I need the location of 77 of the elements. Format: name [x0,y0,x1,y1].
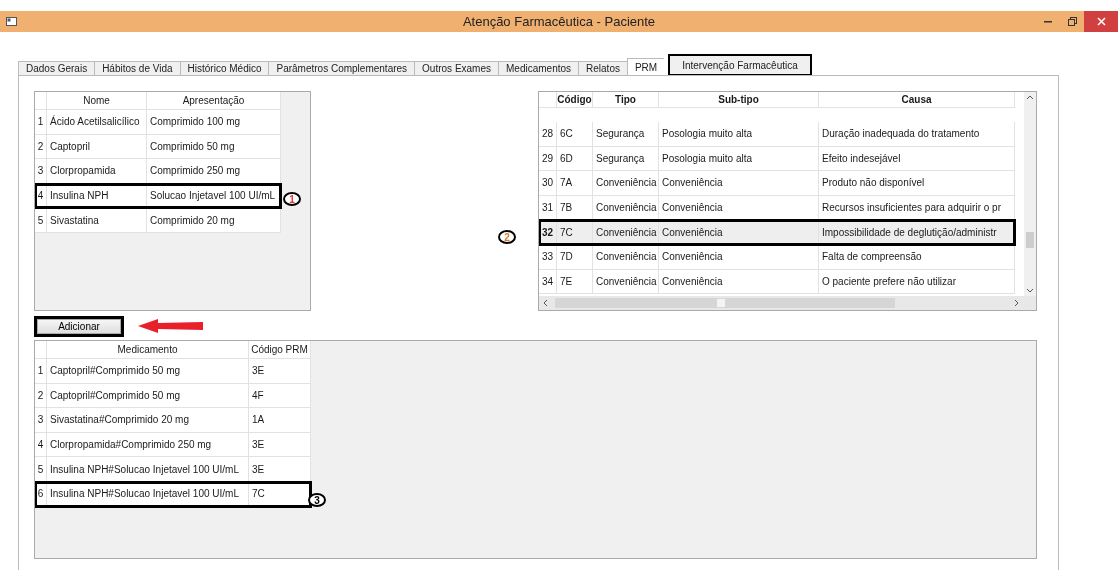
table-cell: Comprimido 100 mg [147,110,281,135]
table-cell: Segurança [593,122,659,147]
horizontal-scrollbar[interactable] [539,296,1036,310]
column-header[interactable]: Sub-tipo [659,92,819,108]
table-cell: Conveniência [659,244,819,270]
highlight-box[interactable]: 6 Insulina NPH#Solucao Injetavel 100 UI/mL 7C [35,481,311,507]
restore-icon [1067,17,1077,26]
table-cell: 7A [557,171,593,196]
vertical-scrollbar[interactable] [1024,92,1036,296]
row-number: 1 [35,110,47,135]
table-cell: Ácido Acetilsalicílico [47,110,147,135]
callout-number: 2 [498,230,516,244]
minimize-icon [1044,20,1052,23]
close-button[interactable] [1084,11,1118,32]
corner-cell [539,92,557,108]
table-cell: Conveniência [659,220,819,245]
table-row[interactable]: 1 Captopril#Comprimido 50 mg 3E [35,359,311,384]
table-cell: Insulina NPH [47,183,147,209]
table-cell: 6C [557,122,593,147]
table-cell: O paciente prefere não utilizar [819,269,1015,295]
table-cell: Sivastatina#Comprimido 20 mg [47,408,249,433]
table-row[interactable]: 3 Sivastatina#Comprimido 20 mg 1A [35,408,311,433]
table-row[interactable]: 30 7A Conveniência Conveniência Produto não disponível [539,171,1015,196]
table-cell: Conveniência [593,269,659,295]
table-cell: Solucao Injetavel 100 UI/mL [147,183,281,209]
table-cell: Posologia muito alta [659,122,819,147]
row-number: 1 [35,359,47,384]
table-row[interactable]: 2 Captopril Comprimido 50 mg [35,134,281,160]
highlight-box[interactable]: 4 Insulina NPH Solucao Injetavel 100 UI/mL [35,183,281,209]
column-header[interactable]: Código [557,92,593,108]
window-icon [6,17,17,26]
row-number: 34 [539,269,557,295]
column-header[interactable]: Causa [819,92,1015,108]
row-number: 3 [35,408,47,433]
table-row[interactable]: 5 Insulina NPH#Solucao Injetavel 100 UI/mL 3E [35,457,311,482]
highlight-box[interactable]: 32 7C Conveniência Conveniência Impossibilidade de deglutição/administr [539,220,1015,245]
table-cell: 7D [557,244,593,270]
table-cell: Conveniência [593,220,659,245]
table-cell: 7E [557,269,593,295]
table-row[interactable]: 28 6C Segurança Posologia muito alta Duração inadequada do tratamento [539,122,1015,147]
table-cell: Comprimido 20 mg [147,208,281,233]
table-cell: 7C [557,220,593,245]
table-cell: Conveniência [593,244,659,270]
table-row[interactable]: 1 Ácido Acetilsalicílico Comprimido 100 mg [35,110,281,135]
row-number: 6 [35,481,47,507]
table-row[interactable]: 2 Captopril#Comprimido 50 mg 4F [35,383,311,409]
table-cell: 1A [249,408,311,433]
tab[interactable]: Intervenção Farmacêutica [668,54,812,76]
close-icon [1096,17,1106,26]
table-row[interactable]: 3 Clorpropamida Comprimido 250 mg [35,159,281,184]
tab[interactable]: PRM [626,58,665,76]
table-row[interactable]: 29 6D Segurança Posologia muito alta Efeito indesejável [539,146,1015,172]
table-cell: Conveniência [593,171,659,196]
table-row[interactable]: 34 7E Conveniência Conveniência O paciente prefere não utilizar [539,269,1015,295]
row-number: 28 [539,122,557,147]
table-cell: Impossibilidade de deglutição/administr [819,220,1015,245]
column-header[interactable]: Tipo [593,92,659,108]
arrow-icon [138,319,204,333]
table-cell: Conveniência [659,269,819,295]
table-cell: 3E [249,359,311,384]
add-button[interactable]: Adicionar [37,319,121,334]
row-number: 32 [539,220,557,245]
table-row[interactable]: 5 Sivastatina Comprimido 20 mg [35,208,281,233]
row-number: 4 [35,183,47,209]
row-number: 33 [539,244,557,270]
table-row[interactable]: 4 Clorpropamida#Comprimido 250 mg 3E [35,432,311,458]
table-cell: Conveniência [659,171,819,196]
row-number: 30 [539,171,557,196]
window-title: Atenção Farmacêutica - Paciente [462,14,656,29]
table-cell: Produto não disponível [819,171,1015,196]
table-cell: Sivastatina [47,208,147,233]
table-row[interactable]: 33 7D Conveniência Conveniência Falta de compreensão [539,244,1015,270]
table-cell: Falta de compreensão [819,244,1015,270]
row-number: 5 [35,208,47,233]
table-cell: Insulina NPH#Solucao Injetavel 100 UI/mL [47,481,249,507]
table-cell: Captopril#Comprimido 50 mg [47,359,249,384]
table-cell: Duração inadequada do tratamento [819,122,1015,147]
